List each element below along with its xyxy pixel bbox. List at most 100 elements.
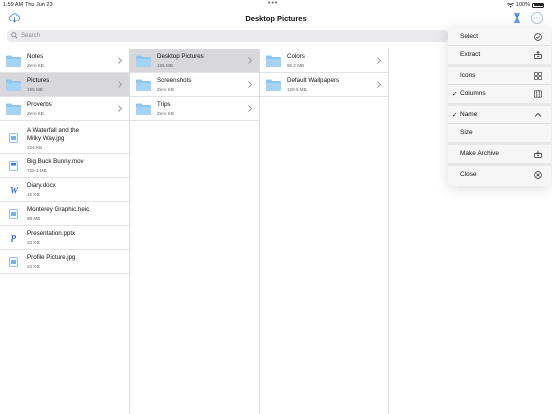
menu-item-sort-size[interactable]: Size	[448, 124, 551, 142]
folder-row-screenshots[interactable]: Screenshots Zero KB	[130, 73, 259, 97]
folder-row-desktop-pictures[interactable]: Desktop Pictures 195 MB	[130, 49, 259, 73]
search-bar[interactable]: Search	[7, 30, 448, 42]
item-name: Default Wallpapers	[287, 77, 340, 84]
chevron-right-icon	[248, 81, 252, 88]
folder-icon	[136, 103, 151, 115]
item-name: Presentation.pptx	[27, 230, 76, 237]
more-options-icon[interactable]	[531, 12, 543, 24]
svg-text:P: P	[11, 234, 17, 244]
file-column-2: Desktop Pictures 195 MB Screenshots Zero…	[130, 49, 260, 414]
search-input[interactable]: Search	[21, 33, 40, 39]
columns-icon	[534, 90, 542, 98]
menu-label: Size	[460, 129, 473, 136]
folder-icon	[6, 103, 21, 115]
item-size: 725.1 MB	[27, 168, 47, 173]
menu-item-close[interactable]: Close	[448, 166, 551, 184]
archive-box-icon	[534, 150, 542, 158]
item-name: Proverbs	[27, 101, 52, 108]
battery-percent: 100%	[515, 2, 530, 8]
image-file-icon	[9, 209, 18, 219]
menu-label: Select	[460, 33, 479, 40]
folder-row-notes[interactable]: Notes Zero KB	[0, 49, 129, 73]
menu-label: Columns	[460, 90, 486, 97]
archive-extract-icon	[534, 51, 542, 59]
item-size: 65.2 MB	[287, 63, 305, 68]
item-name: Monterey Graphic.heic	[27, 206, 90, 213]
item-name: A Waterfall and the	[27, 127, 80, 134]
item-size: 12 KB	[27, 192, 40, 197]
checkmark-icon: ✓	[452, 90, 458, 98]
chevron-right-icon	[377, 81, 381, 88]
chevron-right-icon	[118, 81, 122, 88]
item-name: Pictures	[27, 77, 50, 84]
menu-label: Icons	[460, 72, 476, 79]
options-menu: Select Extract Icons ✓ Columns ✓ Name Si…	[448, 28, 551, 186]
file-row-monterey[interactable]: Monterey Graphic.heic 98 MB	[0, 202, 129, 226]
chevron-right-icon	[248, 57, 252, 64]
item-name: Screenshots	[157, 77, 192, 84]
menu-label: Extract	[460, 51, 481, 58]
file-row-diary[interactable]: W Diary.docx 12 KB	[0, 178, 129, 202]
checkmark-circle-icon	[534, 33, 542, 41]
wifi-icon	[506, 2, 514, 7]
item-name: Diary.docx	[27, 182, 56, 189]
folder-row-default-wallpapers[interactable]: Default Wallpapers 129.8 MB	[260, 73, 388, 97]
folder-icon	[266, 55, 281, 67]
menu-item-make-archive[interactable]: Make Archive	[448, 145, 551, 163]
item-size: 33 KB	[27, 240, 40, 245]
chevron-up-icon	[534, 112, 542, 117]
item-size: 195 MB	[27, 87, 43, 92]
item-size: 129.8 MB	[287, 87, 307, 92]
item-name-line2: Milky Way.jpg	[27, 135, 65, 142]
menu-item-columns[interactable]: ✓ Columns	[448, 85, 551, 103]
folder-row-pictures[interactable]: Pictures 195 MB	[0, 73, 129, 97]
grid-icon	[534, 72, 542, 80]
item-name: Profile Picture.jpg	[27, 254, 76, 261]
file-row-waterfall[interactable]: A Waterfall and the Milky Way.jpg 224 KB	[0, 121, 129, 154]
file-row-presentation[interactable]: P Presentation.pptx 33 KB	[0, 226, 129, 250]
item-size: Zero KB	[157, 87, 174, 92]
status-date: Thu Jun 23	[25, 2, 53, 8]
menu-item-extract[interactable]: Extract	[448, 46, 551, 64]
menu-label: Close	[460, 171, 477, 178]
video-file-icon	[9, 161, 18, 171]
menu-item-sort-name[interactable]: ✓ Name	[448, 106, 551, 124]
item-size: 24 KB	[27, 264, 40, 269]
item-name: Notes	[27, 53, 44, 60]
item-name: Colors	[287, 53, 305, 60]
folder-row-trips[interactable]: Trips Zero KB	[130, 97, 259, 121]
folder-icon	[6, 79, 21, 91]
folder-row-colors[interactable]: Colors 65.2 MB	[260, 49, 388, 73]
status-bar: 1:59 AM Thu Jun 23 ••• 100%	[0, 0, 552, 10]
menu-label: Make Archive	[460, 150, 500, 157]
battery-icon	[532, 2, 544, 8]
item-size: Zero KB	[27, 63, 44, 68]
item-name: Big Buck Bunny.mov	[27, 158, 84, 165]
folder-icon	[136, 79, 151, 91]
menu-label: Name	[460, 111, 478, 118]
close-circle-icon	[534, 171, 542, 179]
folder-icon	[136, 55, 151, 67]
item-name: Desktop Pictures	[157, 53, 204, 60]
chevron-right-icon	[377, 57, 381, 64]
file-row-profile-picture[interactable]: Profile Picture.jpg 24 KB	[0, 250, 129, 274]
image-file-icon	[9, 257, 18, 267]
item-size: Zero KB	[157, 111, 174, 116]
item-size: 98 MB	[27, 216, 41, 221]
word-document-icon: W	[10, 186, 18, 196]
powerpoint-document-icon: P	[11, 234, 17, 244]
status-right: 100%	[506, 2, 544, 8]
file-column-1: Notes Zero KB Pictures 195 MB Proverbs Z…	[0, 49, 130, 414]
folder-icon	[6, 55, 21, 67]
hourglass-icon[interactable]	[513, 13, 521, 23]
multitasking-dots-icon[interactable]: •••	[268, 0, 278, 7]
menu-item-select[interactable]: Select	[448, 28, 551, 46]
status-time: 1:59 AM	[3, 2, 24, 8]
search-icon	[11, 32, 18, 39]
file-row-big-buck-bunny[interactable]: Big Buck Bunny.mov 725.1 MB	[0, 154, 129, 178]
navigation-bar: Desktop Pictures	[0, 10, 552, 28]
folder-row-proverbs[interactable]: Proverbs Zero KB	[0, 97, 129, 121]
svg-text:W: W	[10, 186, 18, 196]
menu-item-icons[interactable]: Icons	[448, 67, 551, 85]
item-size: Zero KB	[27, 111, 44, 116]
